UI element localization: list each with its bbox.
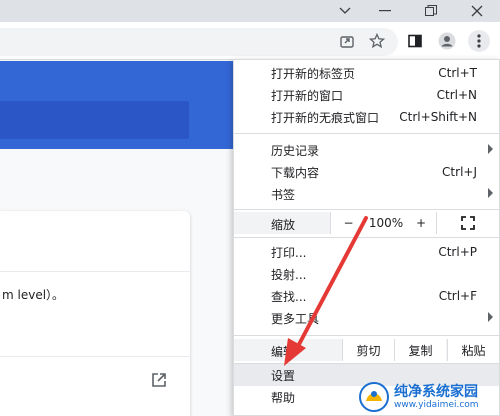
minimize-button[interactable] (362, 0, 408, 22)
zoom-in-button[interactable]: + (406, 212, 436, 234)
fullscreen-icon[interactable] (436, 212, 499, 234)
menu-item-cast[interactable]: 投射... (234, 263, 499, 285)
edit-label: 编辑 (271, 345, 296, 359)
submenu-arrow-icon (488, 188, 493, 198)
menu-shortcut: Ctrl+P (438, 245, 477, 259)
menu-item-history[interactable]: 历史记录 (234, 139, 499, 161)
title-bar (0, 0, 500, 22)
menu-item-label: 书签 (271, 187, 296, 202)
watermark-logo-icon (359, 382, 389, 412)
menu-item-new-window[interactable]: 打开新的窗口 Ctrl+N (234, 84, 499, 106)
more-menu-icon[interactable] (468, 30, 490, 52)
menu-shortcut: Ctrl+T (438, 66, 477, 80)
paste-button[interactable]: 粘贴 (447, 339, 499, 361)
menu-separator (234, 335, 499, 336)
copy-button[interactable]: 复制 (394, 339, 446, 361)
zoom-out-button[interactable]: − (330, 212, 366, 234)
menu-shortcut: Ctrl+J (442, 165, 477, 179)
zoom-level: 100% (366, 212, 406, 234)
menu-item-incognito[interactable]: 打开新的无痕式窗口 Ctrl+Shift+N (234, 106, 499, 128)
menu-shortcut: Ctrl+N (436, 88, 477, 102)
menu-item-more-tools[interactable]: 更多工具 (234, 307, 499, 329)
menu-item-downloads[interactable]: 下载内容 Ctrl+J (234, 161, 499, 183)
menu-item-label: 设置 (271, 368, 296, 383)
menu-item-new-tab[interactable]: 打开新的标签页 Ctrl+T (234, 62, 499, 84)
menu-zoom-row: 缩放 − 100% + (234, 212, 499, 234)
close-button[interactable] (454, 0, 500, 22)
menu-item-label: 历史记录 (271, 143, 320, 158)
menu-item-label: 下载内容 (271, 165, 320, 180)
menu-item-label: 查找... (271, 289, 307, 304)
menu-item-bookmarks[interactable]: 书签 (234, 183, 499, 205)
browser-toolbar (0, 22, 500, 60)
menu-item-label: 更多工具 (271, 311, 320, 326)
side-panel-icon[interactable] (404, 30, 426, 52)
chrome-main-menu: 打开新的标签页 Ctrl+T 打开新的窗口 Ctrl+N 打开新的无痕式窗口 C… (233, 59, 500, 416)
zoom-label: 缩放 (271, 218, 296, 232)
share-icon[interactable] (336, 30, 358, 52)
watermark: 纯净系统家园 www.yidaimei.com (358, 378, 500, 416)
profile-avatar-icon[interactable] (436, 30, 458, 52)
menu-item-print[interactable]: 打印... Ctrl+P (234, 241, 499, 263)
submenu-arrow-icon (488, 312, 493, 322)
menu-item-label: 投射... (271, 267, 307, 282)
menu-item-label: 帮助 (271, 390, 296, 405)
cut-button[interactable]: 剪切 (342, 339, 394, 361)
card-divider (0, 271, 190, 272)
menu-shortcut: Ctrl+F (438, 289, 477, 303)
search-field[interactable] (0, 101, 189, 139)
watermark-title: 纯净系统家园 (394, 383, 478, 400)
open-in-new-icon[interactable] (150, 371, 168, 389)
menu-item-label: 打印... (271, 245, 307, 260)
restore-button[interactable] (408, 0, 454, 22)
menu-item-label: 打开新的窗口 (271, 88, 344, 103)
card-divider (0, 356, 190, 357)
menu-separator (234, 209, 499, 210)
watermark-url: www.yidaimei.com (394, 399, 479, 410)
menu-separator (234, 237, 499, 238)
menu-shortcut: Ctrl+Shift+N (399, 110, 477, 124)
menu-separator (234, 133, 499, 134)
menu-item-label: 打开新的标签页 (271, 66, 356, 81)
submenu-arrow-icon (488, 144, 493, 154)
bookmark-star-icon[interactable] (366, 30, 388, 52)
card-text: m level）。 (2, 288, 65, 302)
menu-edit-row: 编辑 剪切 复制 粘贴 (234, 339, 499, 361)
menu-item-label: 打开新的无痕式窗口 (271, 110, 380, 125)
menu-item-find[interactable]: 查找... Ctrl+F (234, 285, 499, 307)
